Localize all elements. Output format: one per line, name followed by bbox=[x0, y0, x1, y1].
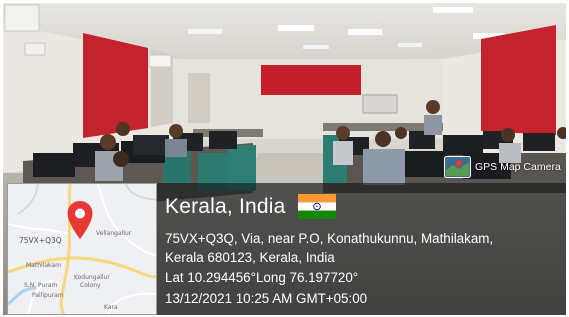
map-place-label: Kara bbox=[104, 304, 118, 311]
address-line-1: 75VX+Q3Q, Via, near P.O, Konathukunnu, M… bbox=[165, 231, 494, 246]
location-stamp: Vellangallur Mathilakam Kodungallur Colo… bbox=[7, 183, 566, 315]
map-place-label: Colony bbox=[80, 282, 101, 289]
location-map: Vellangallur Mathilakam Kodungallur Colo… bbox=[7, 183, 157, 315]
map-place-label: Pallipuram bbox=[32, 292, 64, 299]
geotagged-photo: GPS Map Camera Vellangallur Mathilakam K… bbox=[3, 3, 566, 315]
map-plus-code-label: 75VX+Q3Q bbox=[19, 236, 62, 245]
gps-map-camera-badge: GPS Map Camera bbox=[444, 155, 563, 179]
location-title: Kerala, India bbox=[165, 194, 286, 218]
location-pin-icon bbox=[67, 201, 93, 239]
location-info-panel: Kerala, India 75VX+Q3Q, Via, near P.O, K… bbox=[157, 183, 566, 315]
map-place-label: Mathilakam bbox=[26, 262, 61, 269]
map-place-label: S.N. Puram bbox=[24, 282, 58, 289]
address-line-2: Kerala 680123, Kerala, India bbox=[165, 250, 335, 265]
coordinates-text: Lat 10.294456°Long 76.197720° bbox=[165, 270, 359, 285]
india-flag-icon bbox=[297, 194, 336, 219]
gps-map-camera-label: GPS Map Camera bbox=[475, 161, 561, 173]
map-place-label: Kodungallur bbox=[74, 274, 110, 281]
map-thumbnail-icon bbox=[444, 156, 471, 178]
datetime-text: 13/12/2021 10:25 AM GMT+05:00 bbox=[165, 291, 368, 306]
map-place-label: Vellangallur bbox=[96, 230, 132, 237]
